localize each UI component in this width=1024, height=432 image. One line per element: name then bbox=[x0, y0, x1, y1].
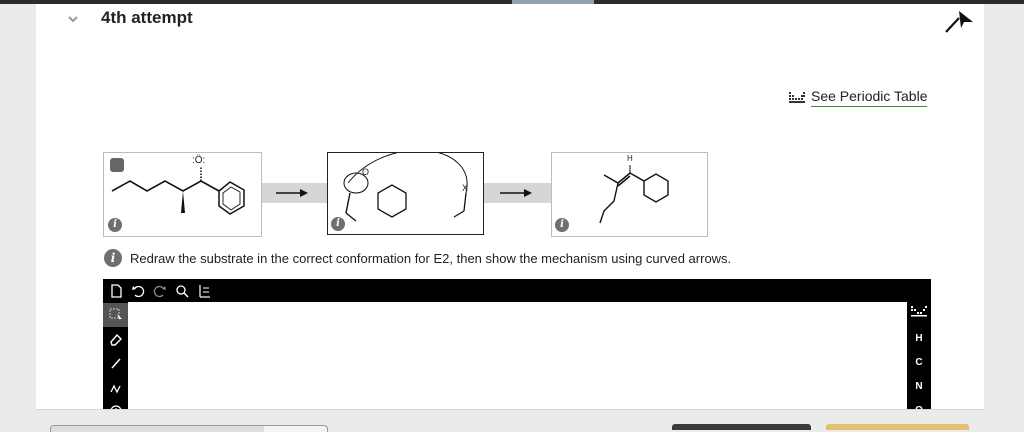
element-n-button[interactable]: N bbox=[907, 375, 931, 399]
instruction-row: i Redraw the substrate in the correct co… bbox=[104, 249, 731, 267]
base-label: O bbox=[362, 167, 370, 177]
lock-icon bbox=[110, 158, 124, 172]
undo-icon[interactable] bbox=[131, 284, 145, 298]
chevron-down-icon[interactable] bbox=[66, 12, 80, 26]
drawing-canvas[interactable] bbox=[128, 302, 907, 409]
reactant-structure[interactable]: :Ö: i bbox=[103, 152, 262, 237]
new-document-icon[interactable] bbox=[109, 284, 123, 298]
transition-molecule-drawing bbox=[343, 153, 468, 222]
reactant-molecule-drawing bbox=[111, 167, 245, 215]
transition-structure[interactable]: O X i bbox=[327, 152, 484, 235]
info-icon[interactable]: i bbox=[108, 218, 122, 232]
periodic-table-icon[interactable] bbox=[907, 303, 931, 327]
template-icon[interactable] bbox=[197, 284, 211, 298]
submit-button[interactable] bbox=[826, 424, 969, 430]
pin-icon[interactable] bbox=[944, 8, 974, 34]
chain-tool-icon[interactable] bbox=[103, 375, 128, 399]
element-o-button[interactable]: O bbox=[907, 399, 931, 409]
info-icon[interactable]: i bbox=[555, 218, 569, 232]
redo-icon[interactable] bbox=[153, 284, 167, 298]
eraser-icon[interactable] bbox=[103, 327, 128, 351]
divider bbox=[36, 409, 984, 410]
product-molecule-drawing bbox=[599, 165, 669, 224]
hydrogen-label: H bbox=[627, 154, 633, 163]
secondary-action-button[interactable] bbox=[672, 424, 811, 430]
charge-plus-icon[interactable] bbox=[103, 399, 128, 409]
editor-right-toolbar: H C N O bbox=[907, 303, 931, 409]
structure-editor: H C N O bbox=[103, 279, 931, 409]
info-icon[interactable]: i bbox=[331, 217, 345, 231]
reaction-arrow-icon bbox=[500, 189, 532, 197]
editor-top-toolbar bbox=[103, 279, 211, 303]
periodic-table-label: See Periodic Table bbox=[811, 88, 928, 107]
periodic-table-icon bbox=[789, 92, 805, 103]
reaction-arrow-icon bbox=[276, 189, 308, 197]
element-h-button[interactable]: H bbox=[907, 327, 931, 351]
leaving-group-label: X bbox=[462, 183, 469, 193]
editor-left-toolbar bbox=[103, 303, 128, 409]
attempt-title: 4th attempt bbox=[101, 8, 193, 27]
select-tool-icon[interactable] bbox=[103, 303, 128, 327]
instruction-text: Redraw the substrate in the correct conf… bbox=[130, 250, 732, 266]
oxygen-label: :Ö: bbox=[192, 155, 206, 166]
info-icon[interactable]: i bbox=[104, 249, 122, 267]
product-structure[interactable]: H i bbox=[551, 152, 708, 237]
periodic-table-link[interactable]: See Periodic Table bbox=[789, 86, 928, 108]
single-bond-icon[interactable] bbox=[103, 351, 128, 375]
zoom-icon[interactable] bbox=[175, 284, 189, 298]
element-c-button[interactable]: C bbox=[907, 351, 931, 375]
